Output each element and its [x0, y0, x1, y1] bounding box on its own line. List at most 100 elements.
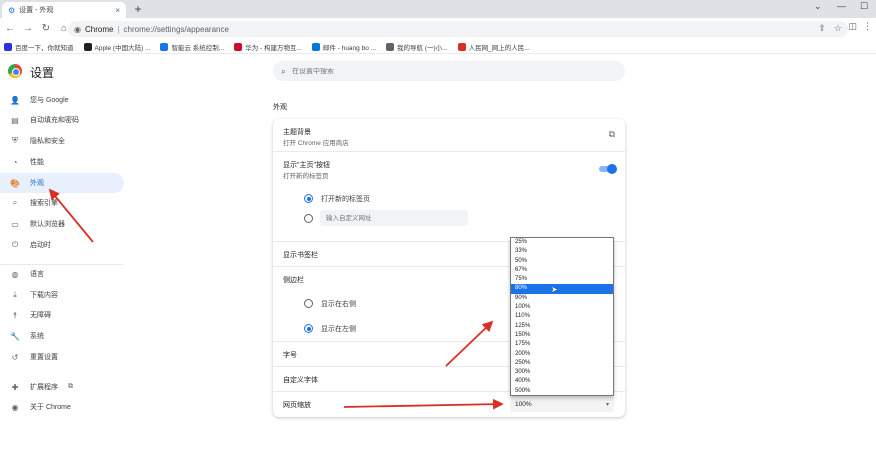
sidebar-item-label: 外观	[30, 180, 44, 187]
sidebar-item-you-and-google[interactable]: 👤 您与 Google	[0, 90, 124, 110]
zoom-option[interactable]: 175%	[511, 340, 613, 349]
zoom-option[interactable]: 110%	[511, 312, 613, 321]
browser-icon: ▭	[11, 219, 19, 229]
minimize-icon[interactable]: —	[837, 1, 846, 11]
zoom-option[interactable]: 50%	[511, 257, 613, 266]
sidebar-item-label: 搜索引擎	[30, 200, 58, 207]
radio-side-panel-right[interactable]	[304, 299, 313, 308]
zoom-option[interactable]: 150%	[511, 331, 613, 340]
zoom-option[interactable]: 500%	[511, 387, 613, 396]
bookmarks-bar-label: 显示书签栏	[283, 252, 318, 259]
shield-icon: ⛨	[12, 136, 18, 145]
sidebar-item-about[interactable]: ◉ 关于 Chrome	[0, 397, 124, 417]
zoom-option[interactable]: 33%	[511, 247, 613, 256]
bookmark-favicon-icon	[160, 42, 169, 51]
bookmark-item[interactable]: 华为 - 构建万物互...	[234, 42, 302, 52]
forward-icon[interactable]: →	[20, 21, 36, 37]
page-zoom-value: 100%	[515, 400, 532, 408]
wrench-icon: 🔧	[10, 331, 20, 341]
zoom-option[interactable]: 125%	[511, 322, 613, 331]
zoom-option[interactable]: 250%	[511, 359, 613, 368]
search-icon: ⌕	[12, 198, 18, 207]
sidebar-item-label: 无障碍	[30, 312, 51, 319]
page-zoom-dropdown[interactable]: 25% 33% 50% 67% 75% 80% 90% 100% 110% 125% 150% 175…	[510, 237, 614, 396]
sidebar-item-accessibility[interactable]: ☨ 无障碍	[0, 305, 124, 325]
zoom-option[interactable]: 400%	[511, 377, 613, 386]
zoom-option[interactable]: 25%	[511, 238, 613, 247]
mouse-cursor-icon: ➤	[551, 285, 558, 294]
custom-fonts-label[interactable]: 自定义字体	[283, 375, 318, 385]
zoom-option[interactable]: 80%	[511, 284, 613, 294]
custom-url-input[interactable]	[320, 210, 468, 226]
zoom-option[interactable]: 300%	[511, 368, 613, 377]
sidebar-item-privacy[interactable]: ⛨ 隐私和安全	[0, 131, 124, 151]
radio-side-panel-left[interactable]	[304, 324, 313, 333]
bookmark-item[interactable]: 邮件 - huang bo ...	[311, 42, 377, 52]
bookmark-label: 我的导航 (一)小...	[397, 44, 448, 52]
tab-title: 设置 - 外观	[19, 7, 54, 14]
sidebar-item-default-browser[interactable]: ▭ 默认浏览器	[0, 214, 124, 234]
accessibility-icon: ☨	[12, 310, 18, 320]
zoom-option[interactable]: 67%	[511, 266, 613, 275]
home-button-toggle[interactable]	[599, 164, 617, 174]
chrome-icon: ◉	[11, 402, 19, 412]
sidebar-item-label: 自动填充和密码	[30, 117, 79, 124]
url-text[interactable]: chrome://settings/appearance	[124, 25, 229, 34]
tab-search-icon[interactable]: ⌄	[814, 1, 822, 12]
radio-new-tab[interactable]	[304, 194, 313, 203]
sidebar-item-downloads[interactable]: ⤓ 下载内容	[0, 285, 124, 305]
bookmark-favicon-icon	[234, 42, 243, 51]
sidebar-item-autofill[interactable]: ▤ 自动填充和密码	[0, 110, 124, 130]
download-icon: ⤓	[13, 290, 17, 299]
bookmark-favicon-icon	[457, 42, 466, 51]
address-bar[interactable]: ◉ Chrome | chrome://settings/appearance …	[68, 21, 848, 37]
sidebar-item-system[interactable]: 🔧 系统	[0, 326, 124, 346]
sidebar-item-label: 关于 Chrome	[30, 404, 71, 411]
zoom-option[interactable]: 75%	[511, 275, 613, 284]
side-panel-icon[interactable]: ◫	[848, 21, 857, 32]
sidebar-item-appearance[interactable]: 🎨 外观	[0, 173, 124, 193]
sidebar-item-search-engine[interactable]: ⌕ 搜索引擎	[0, 193, 124, 213]
zoom-option[interactable]: 100%	[511, 303, 613, 312]
bookmark-item[interactable]: 百度一下，你就知道	[4, 42, 74, 52]
sidebar-item-reset[interactable]: ↺ 重置设置	[0, 347, 124, 367]
sidebar-item-extensions[interactable]: ✚ 扩展程序 ⧉	[0, 377, 124, 397]
sidebar-item-label: 扩展程序	[30, 384, 58, 391]
sidebar-item-on-startup[interactable]: ⏻ 启动时	[0, 235, 124, 255]
sidebar-item-performance[interactable]: ◔ 性能	[0, 152, 124, 172]
share-icon[interactable]: ⇪	[818, 23, 826, 34]
settings-search[interactable]: ⌕	[273, 61, 625, 81]
zoom-option[interactable]: 200%	[511, 350, 613, 359]
external-link-icon[interactable]: ⧉	[609, 129, 615, 140]
external-link-icon: ⧉	[68, 383, 73, 390]
site-name: Chrome	[84, 24, 114, 34]
zoom-option[interactable]: 90%	[511, 294, 613, 303]
bookmark-label: 邮件 - huang bo ...	[322, 44, 377, 52]
sidebar-item-label: 默认浏览器	[30, 221, 65, 228]
back-icon[interactable]: ←	[2, 21, 18, 37]
sidebar-item-label: 启动时	[30, 242, 51, 249]
theme-sub[interactable]: 打开 Chrome 应用商店	[283, 137, 349, 147]
tab-settings-appearance[interactable]: ⚙ 设置 - 外观 ×	[2, 2, 126, 18]
side-panel-label: 侧边栏	[283, 277, 304, 284]
sidebar-item-label: 系统	[30, 333, 44, 340]
bookmark-item[interactable]: Apple (中国大陆) ...	[83, 42, 150, 52]
sidebar-item-label: 您与 Google	[30, 97, 69, 104]
new-tab-button[interactable]: +	[131, 2, 145, 16]
bookmark-star-icon[interactable]: ☆	[834, 23, 842, 34]
reload-icon[interactable]: ↻	[38, 21, 54, 37]
bookmark-item[interactable]: 智能云 系统控制...	[160, 42, 224, 52]
tab-close-icon[interactable]: ×	[115, 6, 120, 15]
sidebar-item-languages[interactable]: ◍ 语言	[0, 264, 124, 284]
page-zoom-select[interactable]: 100% ▾	[510, 396, 614, 412]
bookmark-item[interactable]: 人民网_网上的人民...	[457, 42, 530, 52]
home-button-sub: 打开新的标签页	[283, 173, 329, 180]
maximize-icon[interactable]: ☐	[860, 1, 868, 12]
bookmark-favicon-icon	[311, 42, 320, 51]
search-input[interactable]	[292, 67, 593, 75]
bookmark-item[interactable]: 我的导航 (一)小...	[386, 42, 448, 52]
menu-icon[interactable]: ⋮	[863, 21, 872, 32]
reset-icon: ↺	[11, 352, 19, 362]
puzzle-icon: ✚	[11, 382, 19, 392]
radio-custom-url[interactable]	[304, 214, 313, 223]
